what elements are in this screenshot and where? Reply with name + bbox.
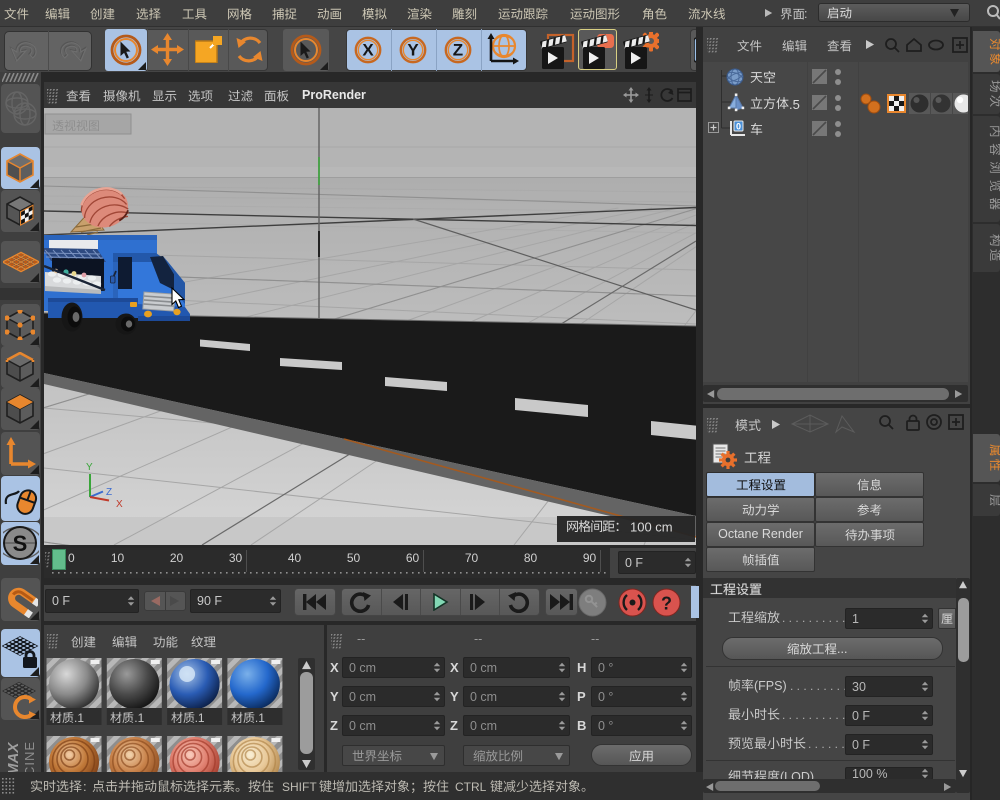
svg-text:S: S	[13, 531, 28, 556]
svg-text:MAX: MAX	[5, 742, 22, 776]
svg-text:Y: Y	[407, 41, 419, 60]
svg-text:X: X	[116, 499, 123, 510]
svg-text:Y: Y	[86, 462, 93, 473]
svg-text:Z: Z	[453, 41, 463, 60]
svg-text:X: X	[362, 41, 374, 60]
svg-text:CINE: CINE	[22, 741, 37, 776]
svg-text:0: 0	[736, 122, 741, 132]
svg-text:100 cm: 100 cm	[630, 520, 673, 535]
svg-text:?: ?	[661, 594, 672, 614]
svg-text:Z: Z	[106, 487, 112, 498]
